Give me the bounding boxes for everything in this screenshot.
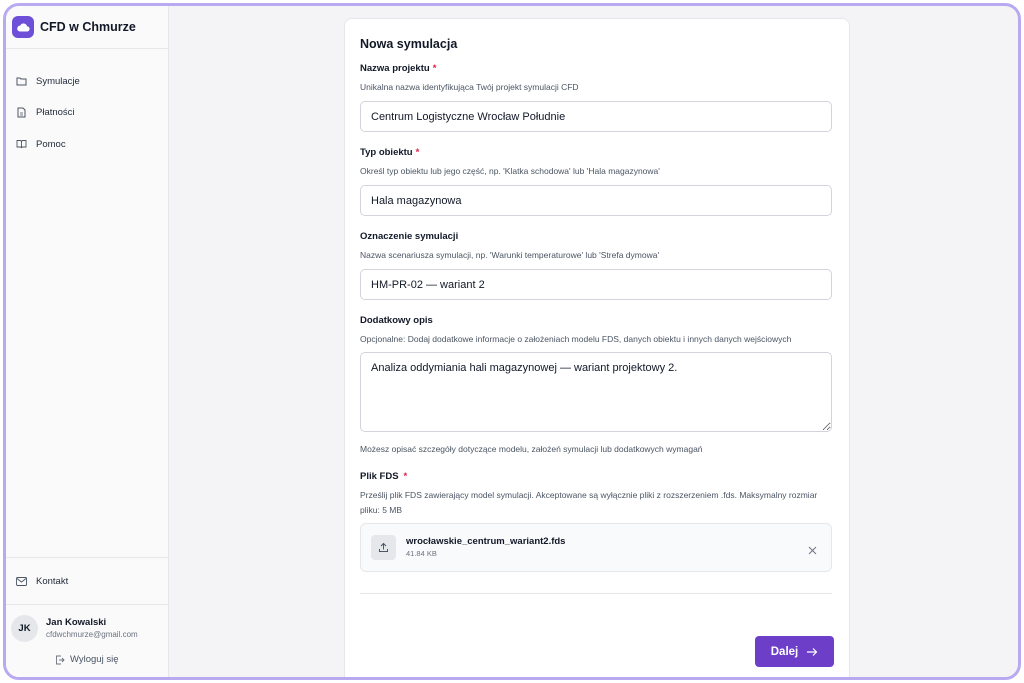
extra-description-group: Dodatkowy opis Opcjonalne: Dodaj dodatko… — [360, 315, 834, 457]
required-marker: * — [415, 147, 420, 158]
user-block: JK Jan Kowalski cfdwchmurze@gmail.com Wy… — [6, 604, 168, 677]
extra-description-hint: Opcjonalne: Dodaj dodatkowe informacje o… — [360, 334, 792, 344]
simulation-id-input[interactable] — [360, 269, 832, 300]
simulation-id-group: Oznaczenie symulacji Nazwa scenariusza s… — [360, 231, 834, 300]
main-content: Nowa symulacja Nazwa projektu * Unikalna … — [169, 6, 1018, 677]
object-type-label-text: Typ obiektu — [360, 147, 413, 158]
project-name-label-text: Nazwa projektu — [360, 63, 430, 74]
logout-button[interactable]: Wyloguj się — [11, 654, 168, 665]
app-window: CFD w Chmurze Symulacje Płatności Pomoc … — [3, 3, 1021, 680]
cloud-logo-icon — [12, 16, 34, 38]
brand[interactable]: CFD w Chmurze — [6, 6, 168, 49]
folder-icon — [16, 77, 27, 86]
fds-file-group: Plik FDS * Prześlij plik FDS zawierający … — [360, 471, 834, 572]
file-name: wrocławskie_centrum_wariant2.fds — [406, 535, 566, 547]
arrow-right-icon — [807, 647, 818, 656]
object-type-group: Typ obiektu * Określ typ obiektu lub jego… — [360, 147, 834, 216]
contact-label: Kontakt — [36, 575, 69, 587]
user-name: Jan Kowalski — [46, 616, 107, 628]
sidebar-item-platnosci[interactable]: Płatności — [6, 103, 168, 123]
required-marker: * — [432, 63, 437, 74]
project-name-label: Nazwa projektu * — [360, 63, 834, 74]
sidebar: CFD w Chmurze Symulacje Płatności Pomoc … — [6, 6, 169, 677]
next-button[interactable]: Dalej — [755, 636, 834, 667]
logout-icon — [56, 655, 65, 664]
extra-description-helper: Możesz opisać szczegóły dotyczące modelu… — [360, 444, 703, 454]
close-icon[interactable] — [808, 542, 817, 560]
simulation-id-description: Nazwa scenariusza symulacji, np. 'Warunk… — [360, 250, 660, 260]
user-info[interactable]: JK Jan Kowalski cfdwchmurze@gmail.com — [11, 615, 168, 642]
divider — [360, 593, 832, 594]
extra-description-textarea[interactable]: Analiza oddymiania hali magazynowej — wa… — [360, 352, 832, 432]
new-simulation-form: Nowa symulacja Nazwa projektu * Unikalna … — [344, 18, 850, 677]
sidebar-item-label: Symulacje — [36, 75, 80, 87]
avatar: JK — [11, 615, 38, 642]
sidebar-footer: Kontakt JK Jan Kowalski cfdwchmurze@gmai… — [6, 557, 168, 677]
mail-icon — [16, 576, 27, 586]
fds-file-description: Prześlij plik FDS zawierający model symu… — [360, 490, 818, 515]
fds-file-label: Plik FDS * — [360, 471, 834, 482]
sidebar-item-symulacje[interactable]: Symulacje — [6, 71, 168, 91]
sidebar-item-label: Pomoc — [36, 138, 66, 150]
logout-label: Wyloguj się — [70, 654, 119, 665]
project-name-group: Nazwa projektu * Unikalna nazwa identyfik… — [360, 63, 834, 132]
file-size: 41.84 KB — [406, 548, 437, 558]
sidebar-item-pomoc[interactable]: Pomoc — [6, 134, 168, 154]
fds-file-label-text: Plik FDS — [360, 471, 399, 482]
sidebar-item-kontakt[interactable]: Kontakt — [6, 557, 168, 604]
project-name-input[interactable] — [360, 101, 832, 132]
extra-description-label: Dodatkowy opis — [360, 315, 433, 326]
document-icon — [17, 107, 26, 118]
user-email: cfdwchmurze@gmail.com — [46, 629, 138, 639]
required-marker: * — [403, 471, 408, 482]
object-type-label: Typ obiektu * — [360, 147, 834, 158]
object-type-input[interactable] — [360, 185, 832, 216]
page-title: Nowa symulacja — [360, 37, 458, 51]
book-icon — [16, 140, 27, 149]
sidebar-nav: Symulacje Płatności Pomoc — [6, 49, 168, 154]
simulation-id-label: Oznaczenie symulacji — [360, 231, 459, 242]
next-button-label: Dalej — [770, 645, 799, 658]
project-name-description: Unikalna nazwa identyfikująca Twój proje… — [360, 82, 579, 92]
sidebar-item-label: Płatności — [36, 107, 75, 118]
upload-icon — [371, 535, 396, 560]
app-name: CFD w Chmurze — [40, 20, 136, 34]
uploaded-file: wrocławskie_centrum_wariant2.fds 41.84 K… — [360, 523, 832, 572]
object-type-description: Określ typ obiektu lub jego część, np. '… — [360, 166, 660, 176]
